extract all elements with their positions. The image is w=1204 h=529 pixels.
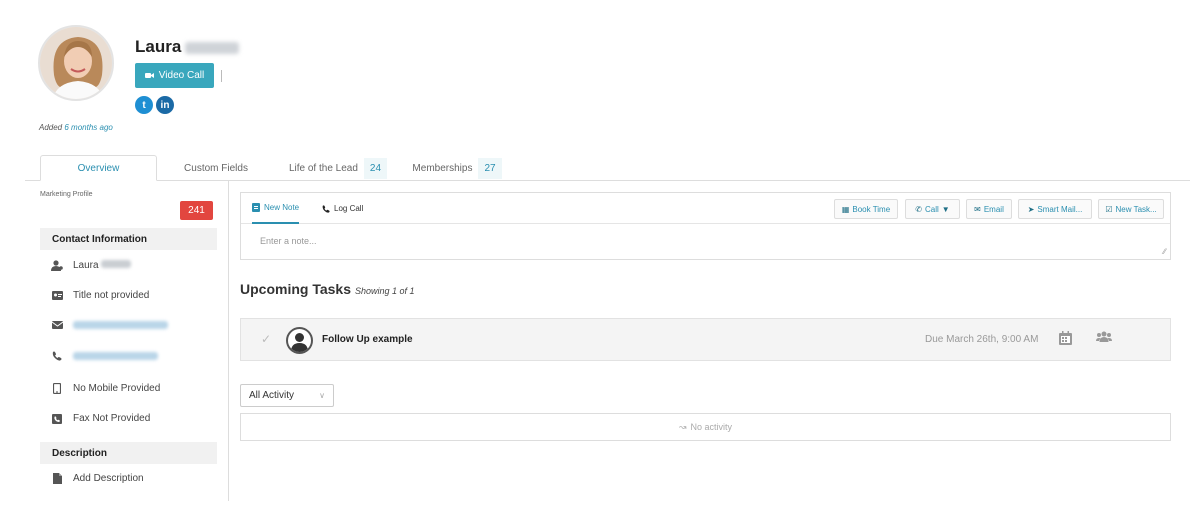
marketing-profile-label: Marketing Profile bbox=[40, 191, 93, 198]
tab-count-badge: 27 bbox=[478, 157, 502, 179]
contact-avatar bbox=[38, 25, 114, 101]
composer-tabs: New Note Log Call ▦ Book Time ✆ Call ▼ ✉… bbox=[241, 193, 1170, 224]
email-redacted bbox=[73, 321, 168, 329]
note-icon bbox=[252, 203, 260, 212]
document-icon bbox=[51, 473, 63, 484]
contact-first-name: Laura bbox=[135, 37, 182, 56]
contact-last-name-redacted bbox=[185, 41, 240, 54]
call-button[interactable]: ✆ Call ▼ bbox=[905, 199, 960, 219]
tab-life-of-the-lead[interactable]: Life of the Lead 24 bbox=[284, 155, 392, 181]
new-note-tab[interactable]: New Note bbox=[252, 193, 300, 224]
complete-task-check-icon[interactable]: ✓ bbox=[261, 332, 271, 346]
tab-count-badge: 24 bbox=[363, 157, 388, 179]
contact-row-email[interactable] bbox=[51, 321, 168, 329]
resize-handle-icon[interactable]: ∕∕ bbox=[1163, 247, 1166, 256]
twitter-icon[interactable]: t bbox=[135, 96, 153, 114]
chevron-down-icon: ∨ bbox=[319, 391, 325, 400]
add-description-link[interactable]: Add Description bbox=[51, 473, 144, 484]
group-users-icon[interactable] bbox=[1096, 331, 1112, 346]
contact-row-fax: Fax Not Provided bbox=[51, 413, 150, 424]
envelope-icon bbox=[51, 321, 63, 329]
tab-overview[interactable]: Overview bbox=[40, 155, 157, 181]
contact-row-name: Laura bbox=[51, 260, 132, 271]
header-divider bbox=[221, 70, 222, 82]
contact-row-phone[interactable] bbox=[51, 351, 158, 361]
no-activity-icon: ↝ bbox=[678, 421, 687, 432]
marketing-score-badge[interactable]: 241 bbox=[180, 201, 213, 220]
mobile-icon bbox=[51, 383, 63, 394]
tab-memberships[interactable]: Memberships 27 bbox=[404, 155, 510, 181]
upcoming-tasks-title: Upcoming Tasks bbox=[240, 281, 351, 297]
contact-information-heading: Contact Information bbox=[40, 228, 217, 250]
activity-filter-select[interactable]: All Activity ∨ bbox=[240, 384, 334, 407]
send-icon: ➤ bbox=[1027, 204, 1035, 214]
added-date: Added 6 months ago bbox=[39, 123, 113, 132]
note-input[interactable]: Enter a note... bbox=[260, 236, 317, 246]
log-call-tab[interactable]: Log Call bbox=[322, 193, 363, 224]
phone-call-icon: ✆ bbox=[915, 204, 922, 214]
contact-row-mobile: No Mobile Provided bbox=[51, 383, 160, 394]
task-icon: ☑ bbox=[1105, 204, 1113, 214]
new-task-button[interactable]: ☑ New Task... bbox=[1098, 199, 1164, 219]
task-name[interactable]: Follow Up example bbox=[322, 334, 413, 345]
phone-redacted bbox=[73, 352, 158, 360]
calendar-icon: ▦ bbox=[841, 204, 850, 214]
note-composer: New Note Log Call ▦ Book Time ✆ Call ▼ ✉… bbox=[240, 192, 1171, 260]
contact-name: Laura bbox=[135, 37, 240, 57]
phone-icon bbox=[322, 204, 330, 213]
video-call-label: Video Call bbox=[158, 70, 205, 81]
task-assignee-avatar bbox=[286, 327, 313, 354]
added-relative-link[interactable]: 6 months ago bbox=[64, 123, 112, 132]
activity-list: ↝ No activity bbox=[240, 413, 1171, 441]
upcoming-tasks-count: Showing 1 of 1 bbox=[355, 286, 415, 296]
email-icon: ✉ bbox=[974, 204, 981, 214]
description-heading: Description bbox=[40, 442, 217, 464]
redacted-last-name bbox=[101, 260, 132, 268]
tab-custom-fields[interactable]: Custom Fields bbox=[172, 155, 260, 181]
caret-down-icon: ▼ bbox=[941, 204, 950, 214]
contact-row-title: Title not provided bbox=[51, 290, 149, 301]
video-call-button[interactable]: Video Call bbox=[135, 63, 214, 88]
phone-icon bbox=[51, 351, 63, 361]
task-row: ✓ Follow Up example Due March 26th, 9:00… bbox=[240, 318, 1171, 361]
book-time-button[interactable]: ▦ Book Time bbox=[834, 199, 898, 219]
smart-mail-button[interactable]: ➤ Smart Mail... bbox=[1018, 199, 1092, 219]
linkedin-icon[interactable]: in bbox=[156, 96, 174, 114]
task-due-date: Due March 26th, 9:00 AM bbox=[925, 334, 1039, 345]
email-button[interactable]: ✉ Email bbox=[966, 199, 1012, 219]
video-camera-icon bbox=[144, 73, 154, 78]
calendar-icon[interactable] bbox=[1059, 331, 1072, 348]
sidebar-divider bbox=[228, 181, 229, 501]
fax-icon bbox=[51, 413, 63, 424]
user-icon bbox=[51, 260, 63, 271]
id-card-icon bbox=[51, 291, 63, 300]
